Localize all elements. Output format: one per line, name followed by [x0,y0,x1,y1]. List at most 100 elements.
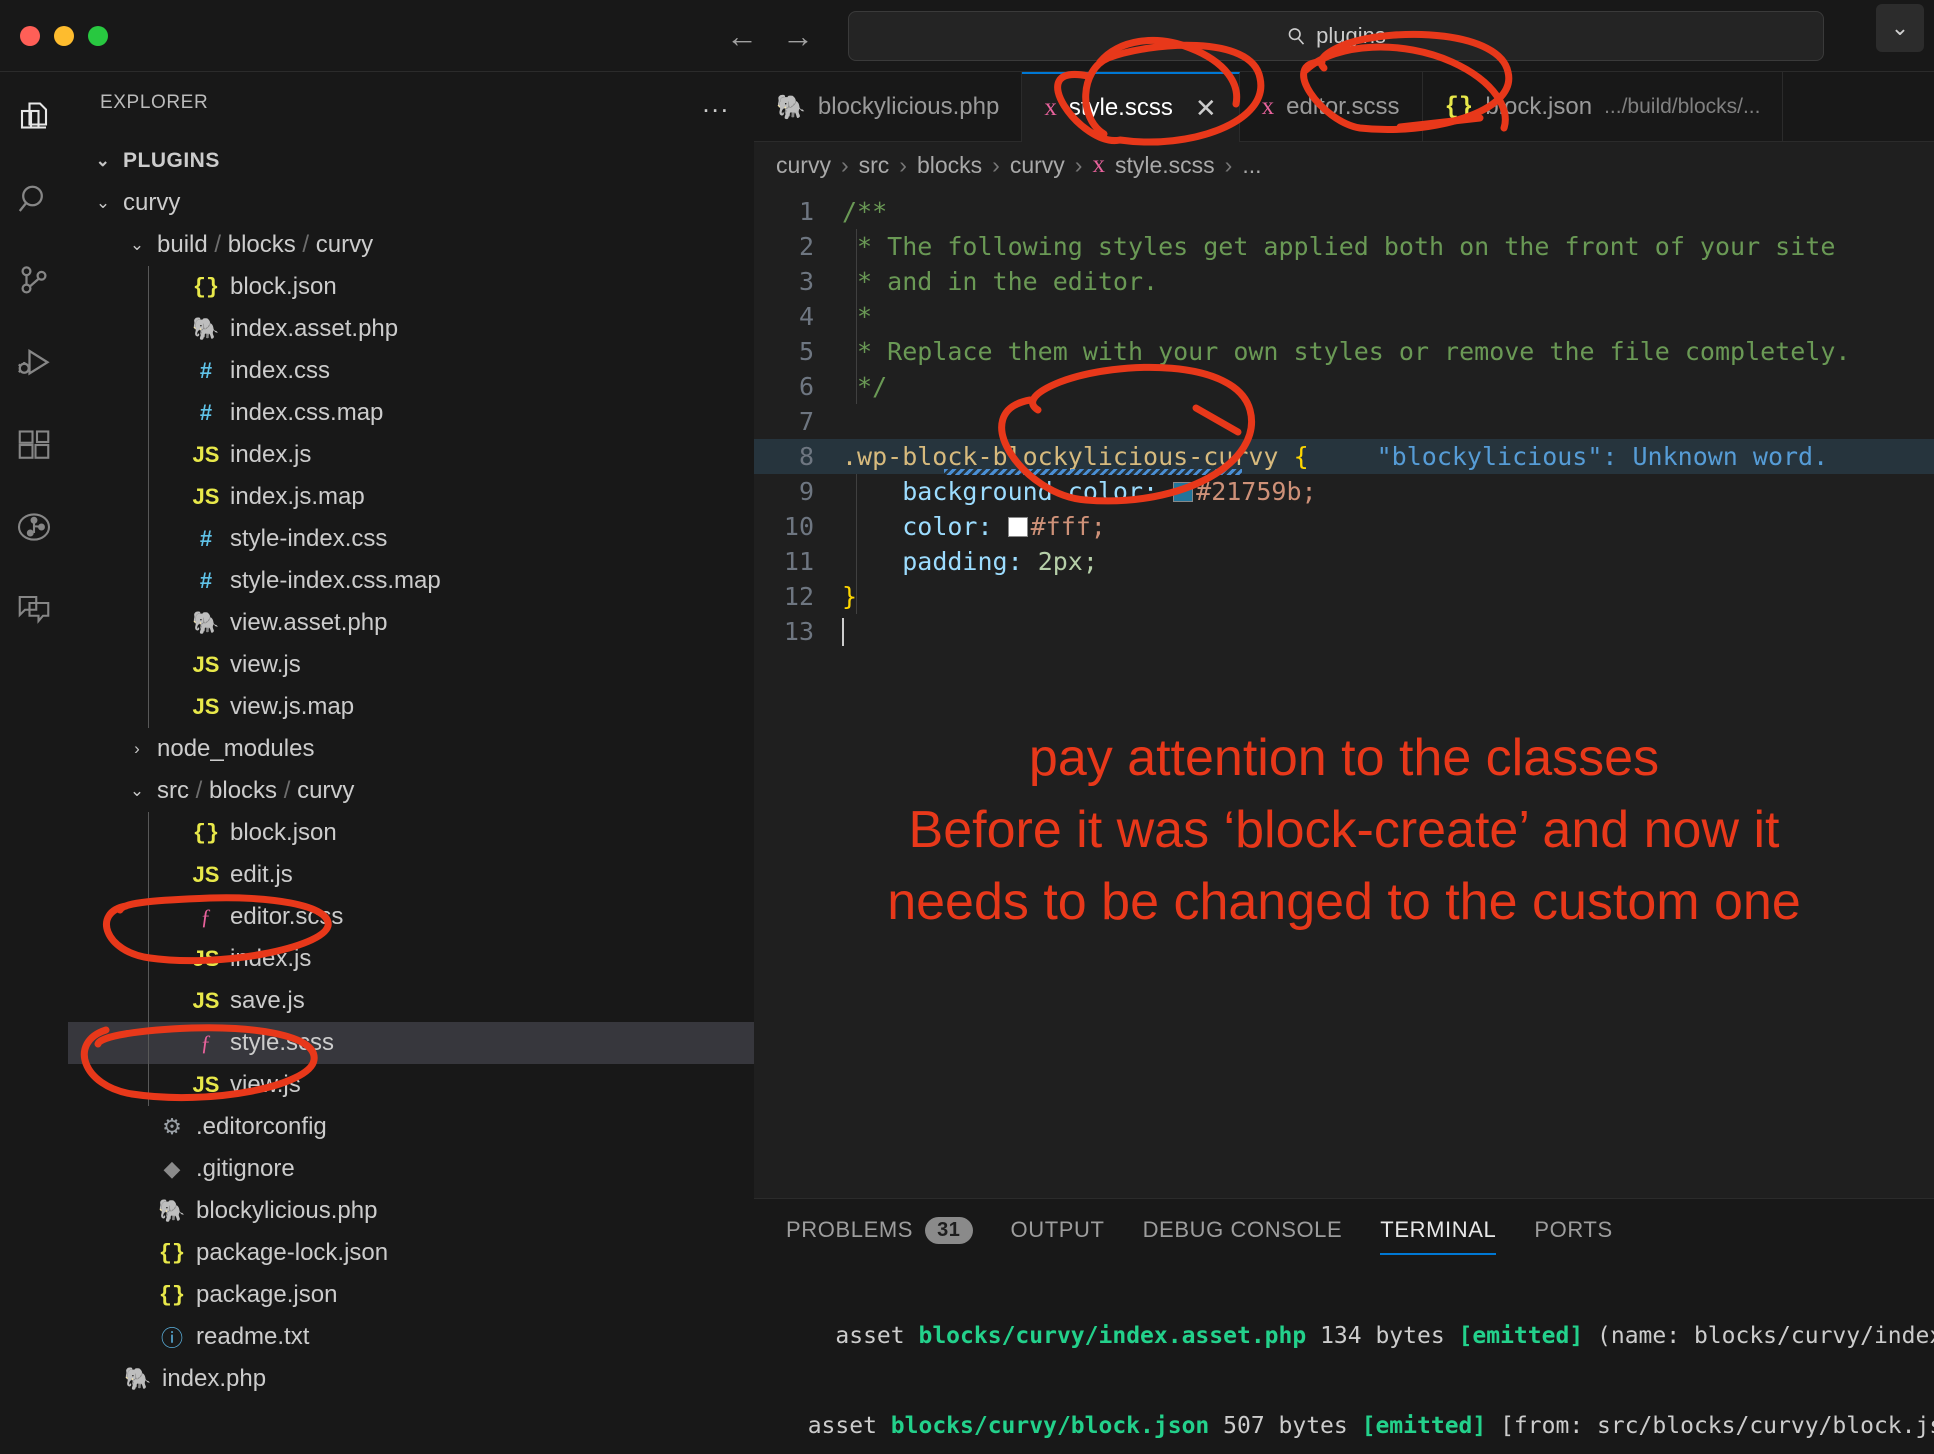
vscode-window: ← → plugins ⌄ EXPLORER ... ⌄ PLUGINS ⌄ c… [0,0,1934,1454]
tree-item-index-css-map[interactable]: # index.css.map [68,392,754,434]
title-bar: ← → plugins ⌄ [0,0,1934,72]
css-property: color: [902,512,993,541]
tree-item-index-php[interactable]: 🐘 index.php [68,1358,754,1400]
tab-editor-scss[interactable]: x editor.scss [1240,72,1423,142]
tree-item-index-js[interactable]: JS index.js [68,938,754,980]
chevron-right-icon: › [1224,151,1233,178]
breadcrumb-item[interactable]: ... [1242,152,1261,179]
tree-item-label: index.css [230,357,331,384]
chevron-down-icon[interactable]: ⌄ [126,235,148,255]
tab-blockylicious-php[interactable]: 🐘 blockylicious.php [754,72,1023,142]
explorer-sidebar: EXPLORER ... ⌄ PLUGINS ⌄ curvy ⌄ build / bl… [68,72,754,1454]
tree-item-index-asset-php[interactable]: 🐘 index.asset.php [68,308,754,350]
more-actions-icon[interactable]: ... [702,90,730,116]
tree-item-package-json[interactable]: {} package.json [68,1274,754,1316]
tab-label: editor.scss [1286,93,1400,120]
tree-item-view-js[interactable]: JS view.js [68,644,754,686]
breadcrumb-item[interactable]: style.scss [1115,152,1215,179]
tree-item-src-blocks-curvy[interactable]: ⌄ src / blocks / curvy [68,770,754,812]
chevron-down-icon[interactable]: ⌄ [92,193,114,213]
color-swatch-foreground[interactable] [1007,516,1028,537]
tree-item-style-scss[interactable]: ƒ style.scss [68,1022,754,1064]
tab-debug-console[interactable]: DEBUG CONSOLE [1143,1199,1343,1261]
tab-block-json[interactable]: {} block.json .../build/blocks/... [1423,72,1784,142]
tree-item-editor-scss[interactable]: ƒ editor.scss [68,896,754,938]
window-controls[interactable] [20,25,108,46]
tree-item-style-index-css[interactable]: # style-index.css [68,518,754,560]
tab-problems[interactable]: PROBLEMS 31 [786,1199,973,1261]
breadcrumb-item[interactable]: src [859,152,890,179]
problems-count-badge: 31 [925,1216,973,1244]
tree-item-node-modules[interactable]: › node_modules [68,728,754,770]
tree-item-view-asset-php[interactable]: 🐘 view.asset.php [68,602,754,644]
sidebar-item-chat[interactable] [13,588,55,630]
tab-terminal[interactable]: TERMINAL [1380,1199,1497,1261]
spell-check-hint: "blockylicious": Unknown word. [1376,442,1829,471]
chevron-down-icon[interactable]: ⌄ [126,781,148,801]
tree-item-block-json[interactable]: {} block.json [68,266,754,308]
command-center-search[interactable]: plugins [848,10,1824,61]
tree-item-package-lock-json[interactable]: {} package-lock.json [68,1232,754,1274]
terminal-output[interactable]: asset blocks/curvy/index.asset.php 134 b… [754,1261,1934,1454]
sidebar-item-run-and-debug[interactable] [13,342,55,384]
tree-item-build-blocks-curvy[interactable]: ⌄ build / blocks / curvy [68,224,754,266]
color-swatch-background[interactable] [1173,481,1194,502]
tree-item-label: node_modules [157,735,315,762]
tree-item-curvy[interactable]: ⌄ curvy [68,182,754,224]
indent-guide [148,518,149,560]
line-number: 12 [783,582,814,611]
back-arrow-icon[interactable]: ← [726,20,758,52]
chevron-right-icon[interactable]: › [126,739,148,759]
tree-item-label: edit.js [230,861,293,888]
tab-ports[interactable]: PORTS [1534,1199,1612,1261]
tab-output[interactable]: OUTPUT [1011,1199,1105,1261]
tree-item-edit-js[interactable]: JS edit.js [68,854,754,896]
breadcrumb-item[interactable]: curvy [1010,152,1065,179]
forward-arrow-icon[interactable]: → [782,20,814,52]
close-window-button[interactable] [20,25,40,46]
code-editor[interactable]: 1 /** 2 * The following styles get appli… [754,188,1934,649]
tree-item-save-js[interactable]: JS save.js [68,980,754,1022]
tree-item-blockylicious-php[interactable]: 🐘 blockylicious.php [68,1190,754,1232]
sidebar-item-source-control[interactable] [13,260,55,302]
sidebar-item-explorer[interactable] [13,96,55,138]
bottom-panel: PROBLEMS 31 OUTPUT DEBUG CONSOLE TERMINA… [754,1198,1934,1454]
tree-item-label: style-index.css.map [230,567,441,594]
tree-item-block-json[interactable]: {} block.json [68,812,754,854]
gear-icon: ⚙ [162,1114,182,1139]
panel-tab-label: TERMINAL [1380,1217,1497,1242]
breadcrumb[interactable]: curvy › src › blocks › curvy › x style.s… [754,142,1934,188]
panel-tab-label: PORTS [1534,1217,1613,1242]
tree-item-style-index-css-map[interactable]: # style-index.css.map [68,560,754,602]
tree-root-plugins[interactable]: ⌄ PLUGINS [68,140,754,182]
search-input-value[interactable]: plugins [1316,23,1386,49]
tree-item-readme-txt[interactable]: ⓘ readme.txt [68,1316,754,1358]
code-line: 6 */ [754,369,1934,404]
line-content: * and in the editor. [842,267,1159,296]
explorer-title: EXPLORER [100,92,209,113]
line-content: * The following styles get applied both … [842,232,1836,261]
sidebar-item-search[interactable] [13,178,55,220]
close-icon[interactable]: ✕ [1195,93,1217,124]
breadcrumb-item[interactable]: curvy [776,152,831,179]
code-line: 12 } [754,579,1934,614]
sidebar-item-extensions[interactable] [13,424,55,466]
tree-item-index-js-map[interactable]: JS index.js.map [68,476,754,518]
tree-item-editorconfig[interactable]: ⚙ .editorconfig [68,1106,754,1148]
tree-item-view-js[interactable]: JS view.js [68,1064,754,1106]
search-icon [1286,26,1306,46]
tree-item-view-js-map[interactable]: JS view.js.map [68,686,754,728]
layout-chevron-button[interactable]: ⌄ [1876,4,1924,52]
maximize-window-button[interactable] [88,25,108,46]
tab-style-scss[interactable]: x style.scss ✕ [1022,72,1240,142]
breadcrumb-item[interactable]: blocks [917,152,982,179]
tree-item-index-js[interactable]: JS index.js [68,434,754,476]
tree-item-gitignore[interactable]: ◆ .gitignore [68,1148,754,1190]
tree-item-index-css[interactable]: # index.css [68,350,754,392]
minimize-window-button[interactable] [54,25,74,46]
navigation-arrows[interactable]: ← → [726,20,814,52]
sidebar-item-remote-explorer[interactable] [13,506,55,548]
js-file-icon: JS [192,1072,220,1097]
tree-item-label: view.asset.php [230,609,388,636]
code-line-cursor: 13 [754,614,1934,649]
